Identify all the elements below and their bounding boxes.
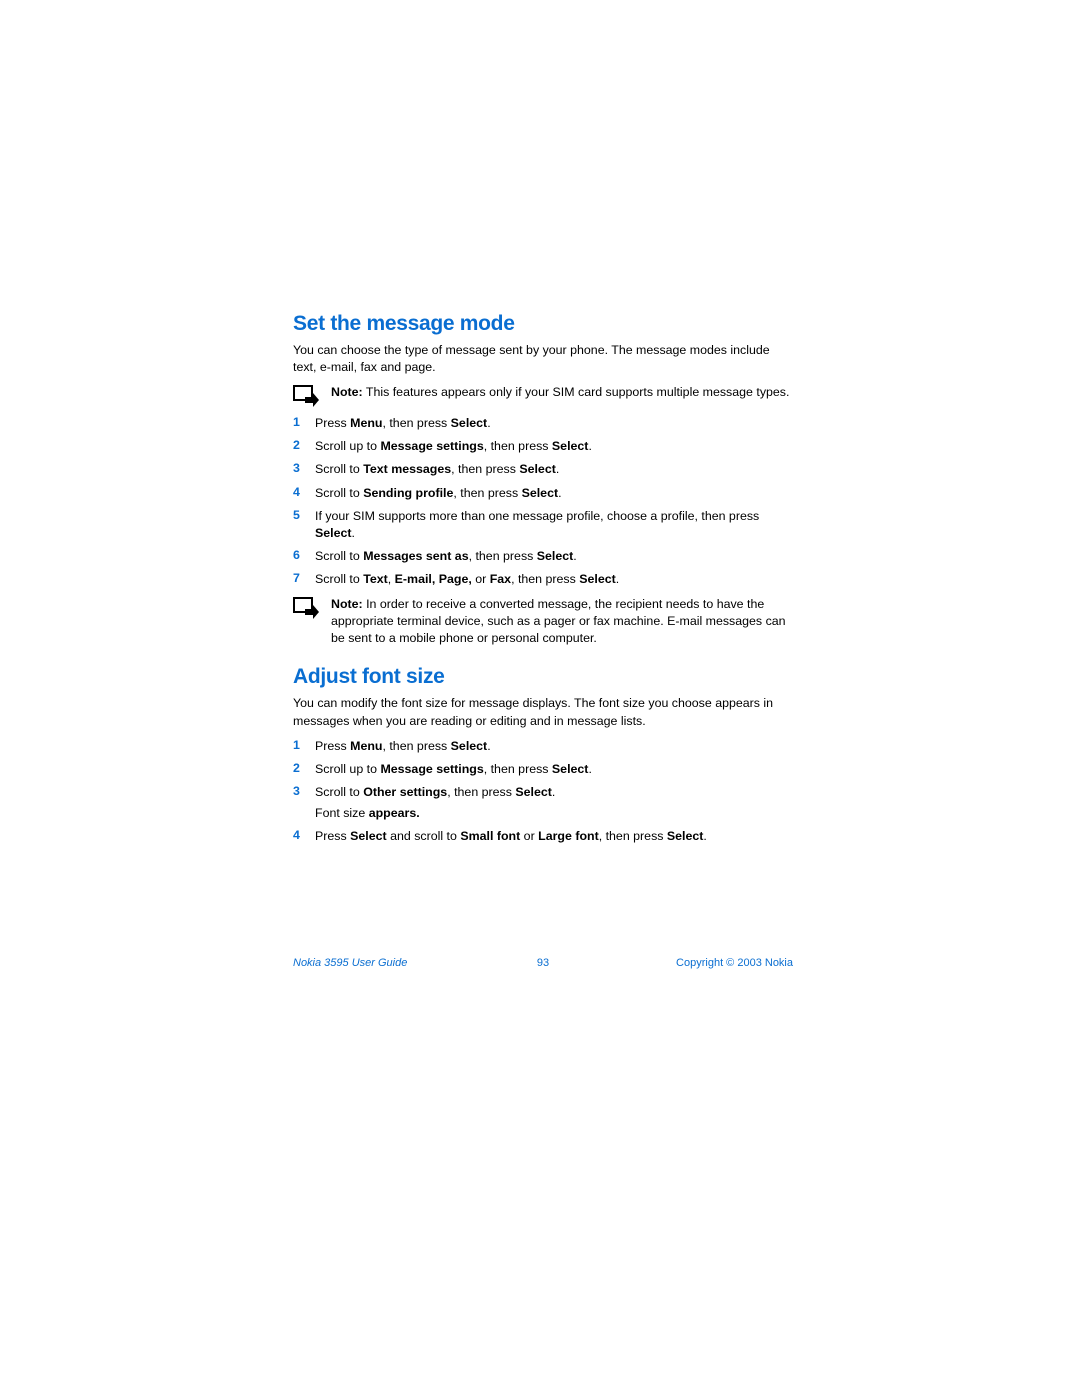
note-converted-message: Note: In order to receive a converted me… [293,596,793,647]
step-item: 1Press Menu, then press Select. [293,415,793,432]
step-number: 6 [293,548,315,562]
intro-set-message-mode: You can choose the type of message sent … [293,342,793,376]
step-number: 7 [293,571,315,585]
steps-adjust-font-size: 1Press Menu, then press Select.2Scroll u… [293,738,793,846]
step-text: Scroll up to Message settings, then pres… [315,761,793,778]
step-item: 3Scroll to Text messages, then press Sel… [293,461,793,478]
note-text: Note: In order to receive a converted me… [331,596,793,647]
note-text: Note: This features appears only if your… [331,384,793,401]
step-body: Scroll up to Message settings, then pres… [315,438,793,455]
note-icon [293,597,321,619]
step-body: Scroll to Text messages, then press Sele… [315,461,793,478]
note-icon [293,385,321,407]
note-sim-support: Note: This features appears only if your… [293,384,793,407]
step-text: Scroll to Messages sent as, then press S… [315,548,793,565]
step-number: 3 [293,784,315,798]
page-content: Set the message mode You can choose the … [293,312,793,853]
step-text: Scroll to Other settings, then press Sel… [315,784,793,801]
step-text: Press Menu, then press Select. [315,415,793,432]
step-item: 2Scroll up to Message settings, then pre… [293,438,793,455]
step-item: 4Scroll to Sending profile, then press S… [293,485,793,502]
steps-set-message-mode: 1Press Menu, then press Select.2Scroll u… [293,415,793,588]
step-text: Press Menu, then press Select. [315,738,793,755]
step-item: 7Scroll to Text, E-mail, Page, or Fax, t… [293,571,793,588]
step-body: Scroll to Sending profile, then press Se… [315,485,793,502]
step-item: 5If your SIM supports more than one mess… [293,508,793,542]
step-item: 3Scroll to Other settings, then press Se… [293,784,793,822]
step-text: Scroll up to Message settings, then pres… [315,438,793,455]
step-number: 4 [293,485,315,499]
intro-adjust-font-size: You can modify the font size for message… [293,695,793,729]
step-number: 1 [293,415,315,429]
footer-copyright: Copyright © 2003 Nokia [676,957,793,969]
step-number: 2 [293,761,315,775]
step-body: Scroll to Other settings, then press Sel… [315,784,793,822]
step-text: Press Select and scroll to Small font or… [315,828,793,845]
step-text: If your SIM supports more than one messa… [315,508,793,542]
step-body: Press Select and scroll to Small font or… [315,828,793,845]
step-body: Scroll to Messages sent as, then press S… [315,548,793,565]
footer-guide-name: Nokia 3595 User Guide [293,957,407,969]
footer-page-number: 93 [537,957,549,969]
step-text: Scroll to Text messages, then press Sele… [315,461,793,478]
step-body: Press Menu, then press Select. [315,738,793,755]
step-text: Scroll to Text, E-mail, Page, or Fax, th… [315,571,793,588]
step-text: Scroll to Sending profile, then press Se… [315,485,793,502]
step-number: 5 [293,508,315,522]
page-footer: Nokia 3595 User Guide 93 Copyright © 200… [293,957,793,969]
step-body: If your SIM supports more than one messa… [315,508,793,542]
step-number: 2 [293,438,315,452]
step-number: 1 [293,738,315,752]
step-item: 1Press Menu, then press Select. [293,738,793,755]
step-body: Press Menu, then press Select. [315,415,793,432]
step-number: 3 [293,461,315,475]
step-body: Scroll to Text, E-mail, Page, or Fax, th… [315,571,793,588]
heading-adjust-font-size: Adjust font size [293,665,793,689]
step-subtext: Font size appears. [315,805,793,822]
step-item: 6Scroll to Messages sent as, then press … [293,548,793,565]
heading-set-message-mode: Set the message mode [293,312,793,336]
step-body: Scroll up to Message settings, then pres… [315,761,793,778]
step-item: 4Press Select and scroll to Small font o… [293,828,793,845]
step-item: 2Scroll up to Message settings, then pre… [293,761,793,778]
step-number: 4 [293,828,315,842]
